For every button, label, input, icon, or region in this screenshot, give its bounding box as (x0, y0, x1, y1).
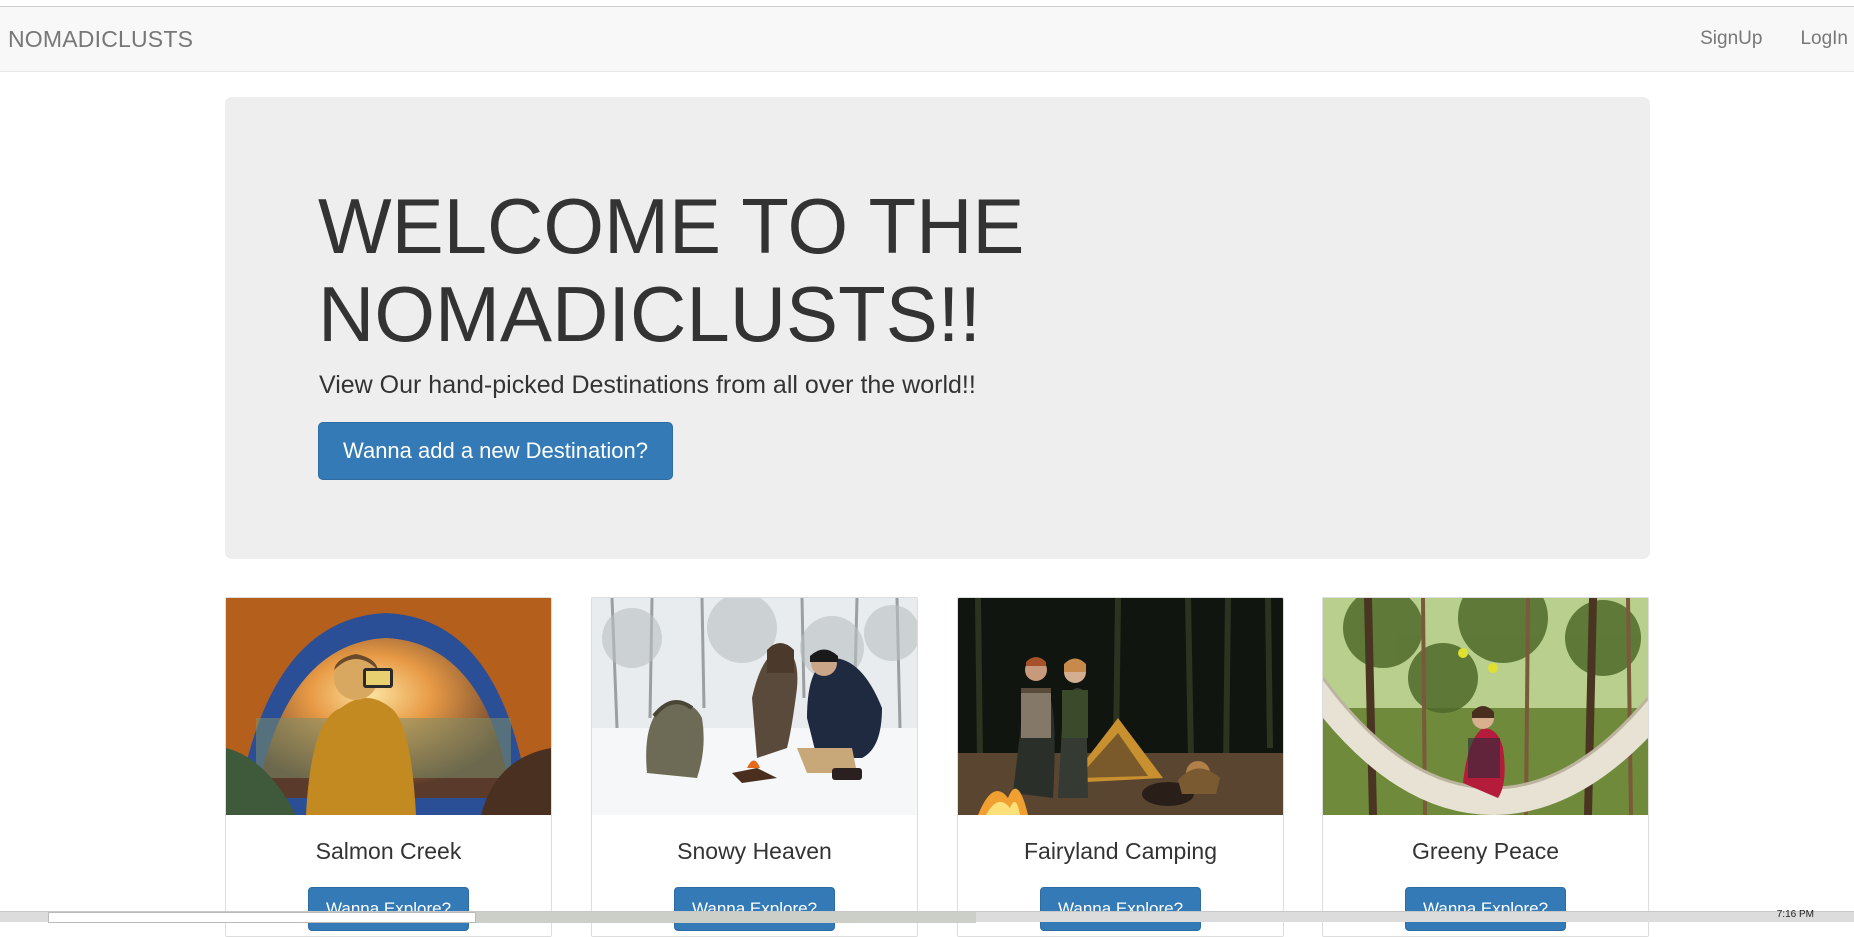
night-campfire-photo (958, 598, 1283, 815)
page-title: WELCOME TO THE NOMADICLUSTS!! (318, 182, 1025, 358)
os-taskbar: 7:16 PM (0, 909, 1854, 923)
login-link[interactable]: LogIn (1800, 28, 1848, 50)
brand-link[interactable]: NOMADICLUSTS (8, 26, 193, 53)
explore-button[interactable]: Wanna Explore? (1040, 887, 1201, 931)
card-title: Fairyland Camping (1023, 838, 1218, 864)
destination-card: Greeny Peace Wanna Explore? (1322, 597, 1649, 937)
destination-card: Salmon Creek Wanna Explore? (225, 597, 552, 937)
explore-button[interactable]: Wanna Explore? (674, 887, 835, 931)
taskbar-search-box[interactable] (48, 912, 476, 923)
snow-campfire-photo (592, 598, 917, 815)
explore-button[interactable]: Wanna Explore? (1405, 887, 1566, 931)
navbar-right-links: SignUp LogIn (1700, 28, 1854, 50)
taskbar-clock: 7:16 PM (1776, 909, 1814, 920)
page-subtitle: View Our hand-picked Destinations from a… (319, 371, 976, 399)
card-title: Salmon Creek (315, 838, 462, 864)
card-title: Greeny Peace (1411, 838, 1560, 864)
taskbar-app-icons[interactable] (476, 912, 976, 923)
navbar: NOMADICLUSTS SignUp LogIn (0, 7, 1854, 72)
tent-sunset-photo (226, 598, 551, 815)
jumbotron: WELCOME TO THE NOMADICLUSTS!! View Our h… (225, 97, 1650, 559)
destination-card: Snowy Heaven Wanna Explore? (591, 597, 918, 937)
browser-top-edge (0, 0, 1854, 7)
explore-button[interactable]: Wanna Explore? (308, 887, 469, 931)
add-destination-button[interactable]: Wanna add a new Destination? (318, 422, 673, 480)
card-title: Snowy Heaven (677, 838, 832, 864)
forest-hammock-photo (1323, 598, 1648, 815)
signup-link[interactable]: SignUp (1700, 28, 1762, 50)
destination-card: Fairyland Camping Wanna Explore? (957, 597, 1284, 937)
